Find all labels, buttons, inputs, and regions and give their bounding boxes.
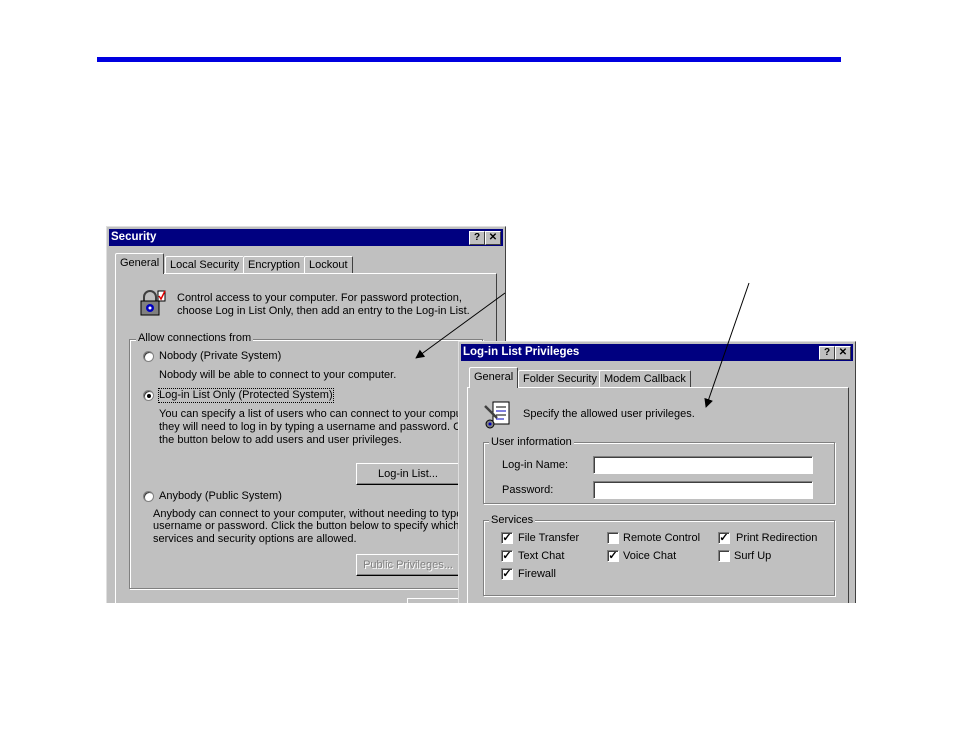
- password-input[interactable]: [593, 481, 813, 499]
- security-title: Security: [111, 231, 157, 243]
- loginlist-description-1: You can specify a list of users who can …: [159, 408, 472, 420]
- loginlist-description-2: they will need to log in by typing a use…: [159, 421, 477, 433]
- text-chat-label[interactable]: Text Chat: [518, 550, 564, 563]
- login-name-input[interactable]: [593, 456, 813, 474]
- tab-lockout[interactable]: Lockout: [304, 256, 353, 274]
- tab-local-security[interactable]: Local Security: [165, 256, 245, 274]
- voice-chat-label[interactable]: Voice Chat: [623, 550, 676, 563]
- user-information-label: User information: [489, 436, 574, 449]
- firewall-label[interactable]: Firewall: [518, 568, 556, 581]
- loginlist-description-3: the button below to add users and user p…: [159, 434, 402, 446]
- privileges-title: Log-in List Privileges: [463, 346, 580, 358]
- surf-up-label[interactable]: Surf Up: [734, 550, 771, 563]
- loginlist-label[interactable]: Log-in List Only (Protected System): [158, 388, 334, 403]
- anybody-radio[interactable]: [143, 491, 154, 502]
- firewall-checkbox[interactable]: ✓: [501, 568, 513, 580]
- surf-up-checkbox[interactable]: [718, 550, 730, 562]
- remote-control-checkbox[interactable]: [607, 532, 619, 544]
- tab-encryption[interactable]: Encryption: [243, 256, 305, 274]
- text-chat-checkbox[interactable]: ✓: [501, 550, 513, 562]
- tab-modem-callback[interactable]: Modem Callback: [599, 370, 691, 388]
- file-transfer-checkbox[interactable]: ✓: [501, 532, 513, 544]
- password-label: Password:: [502, 484, 554, 496]
- remote-control-label[interactable]: Remote Control: [623, 532, 700, 545]
- privileges-dialog: Log-in List Privileges ? ✕ General Folde…: [458, 341, 856, 603]
- public-privileges-button[interactable]: Public Privileges...: [356, 554, 460, 576]
- security-intro-line2: choose Log in List Only, then add an ent…: [177, 305, 470, 317]
- file-transfer-label[interactable]: File Transfer: [518, 532, 579, 545]
- security-dialog: Security ? ✕ General Local Security Encr…: [106, 226, 506, 603]
- loginlist-button[interactable]: Log-in List...: [356, 463, 460, 485]
- anybody-description-2: username or password. Click the button b…: [153, 520, 460, 532]
- nobody-label[interactable]: Nobody (Private System): [159, 350, 281, 363]
- privileges-titlebar[interactable]: Log-in List Privileges ? ✕: [461, 344, 853, 361]
- anybody-label[interactable]: Anybody (Public System): [159, 490, 282, 503]
- print-redirection-checkbox[interactable]: ✓: [718, 532, 730, 544]
- header-rule: [97, 57, 841, 62]
- privileges-intro: Specify the allowed user privileges.: [523, 408, 695, 420]
- security-intro-line1: Control access to your computer. For pas…: [177, 292, 462, 304]
- print-redirection-label[interactable]: Print Redirection: [736, 532, 817, 545]
- lock-icon: [140, 290, 166, 316]
- close-button[interactable]: ✕: [835, 346, 851, 360]
- login-name-label: Log-in Name:: [502, 459, 569, 471]
- nobody-radio[interactable]: [143, 351, 154, 362]
- tab-general[interactable]: General: [469, 367, 519, 388]
- nobody-description: Nobody will be able to connect to your c…: [159, 369, 397, 381]
- tab-general[interactable]: General: [115, 253, 165, 274]
- tab-folder-security[interactable]: Folder Security: [518, 370, 602, 388]
- help-button[interactable]: ?: [469, 231, 485, 245]
- close-button[interactable]: ✕: [485, 231, 501, 245]
- allow-connections-label: Allow connections from: [136, 332, 254, 345]
- loginlist-radio[interactable]: [143, 390, 154, 401]
- anybody-description-3: services and security options are allowe…: [153, 533, 357, 545]
- security-titlebar[interactable]: Security ? ✕: [109, 229, 503, 246]
- services-label: Services: [489, 514, 536, 527]
- help-button[interactable]: ?: [819, 346, 835, 360]
- user-privileges-icon: [484, 401, 510, 429]
- voice-chat-checkbox[interactable]: ✓: [607, 550, 619, 562]
